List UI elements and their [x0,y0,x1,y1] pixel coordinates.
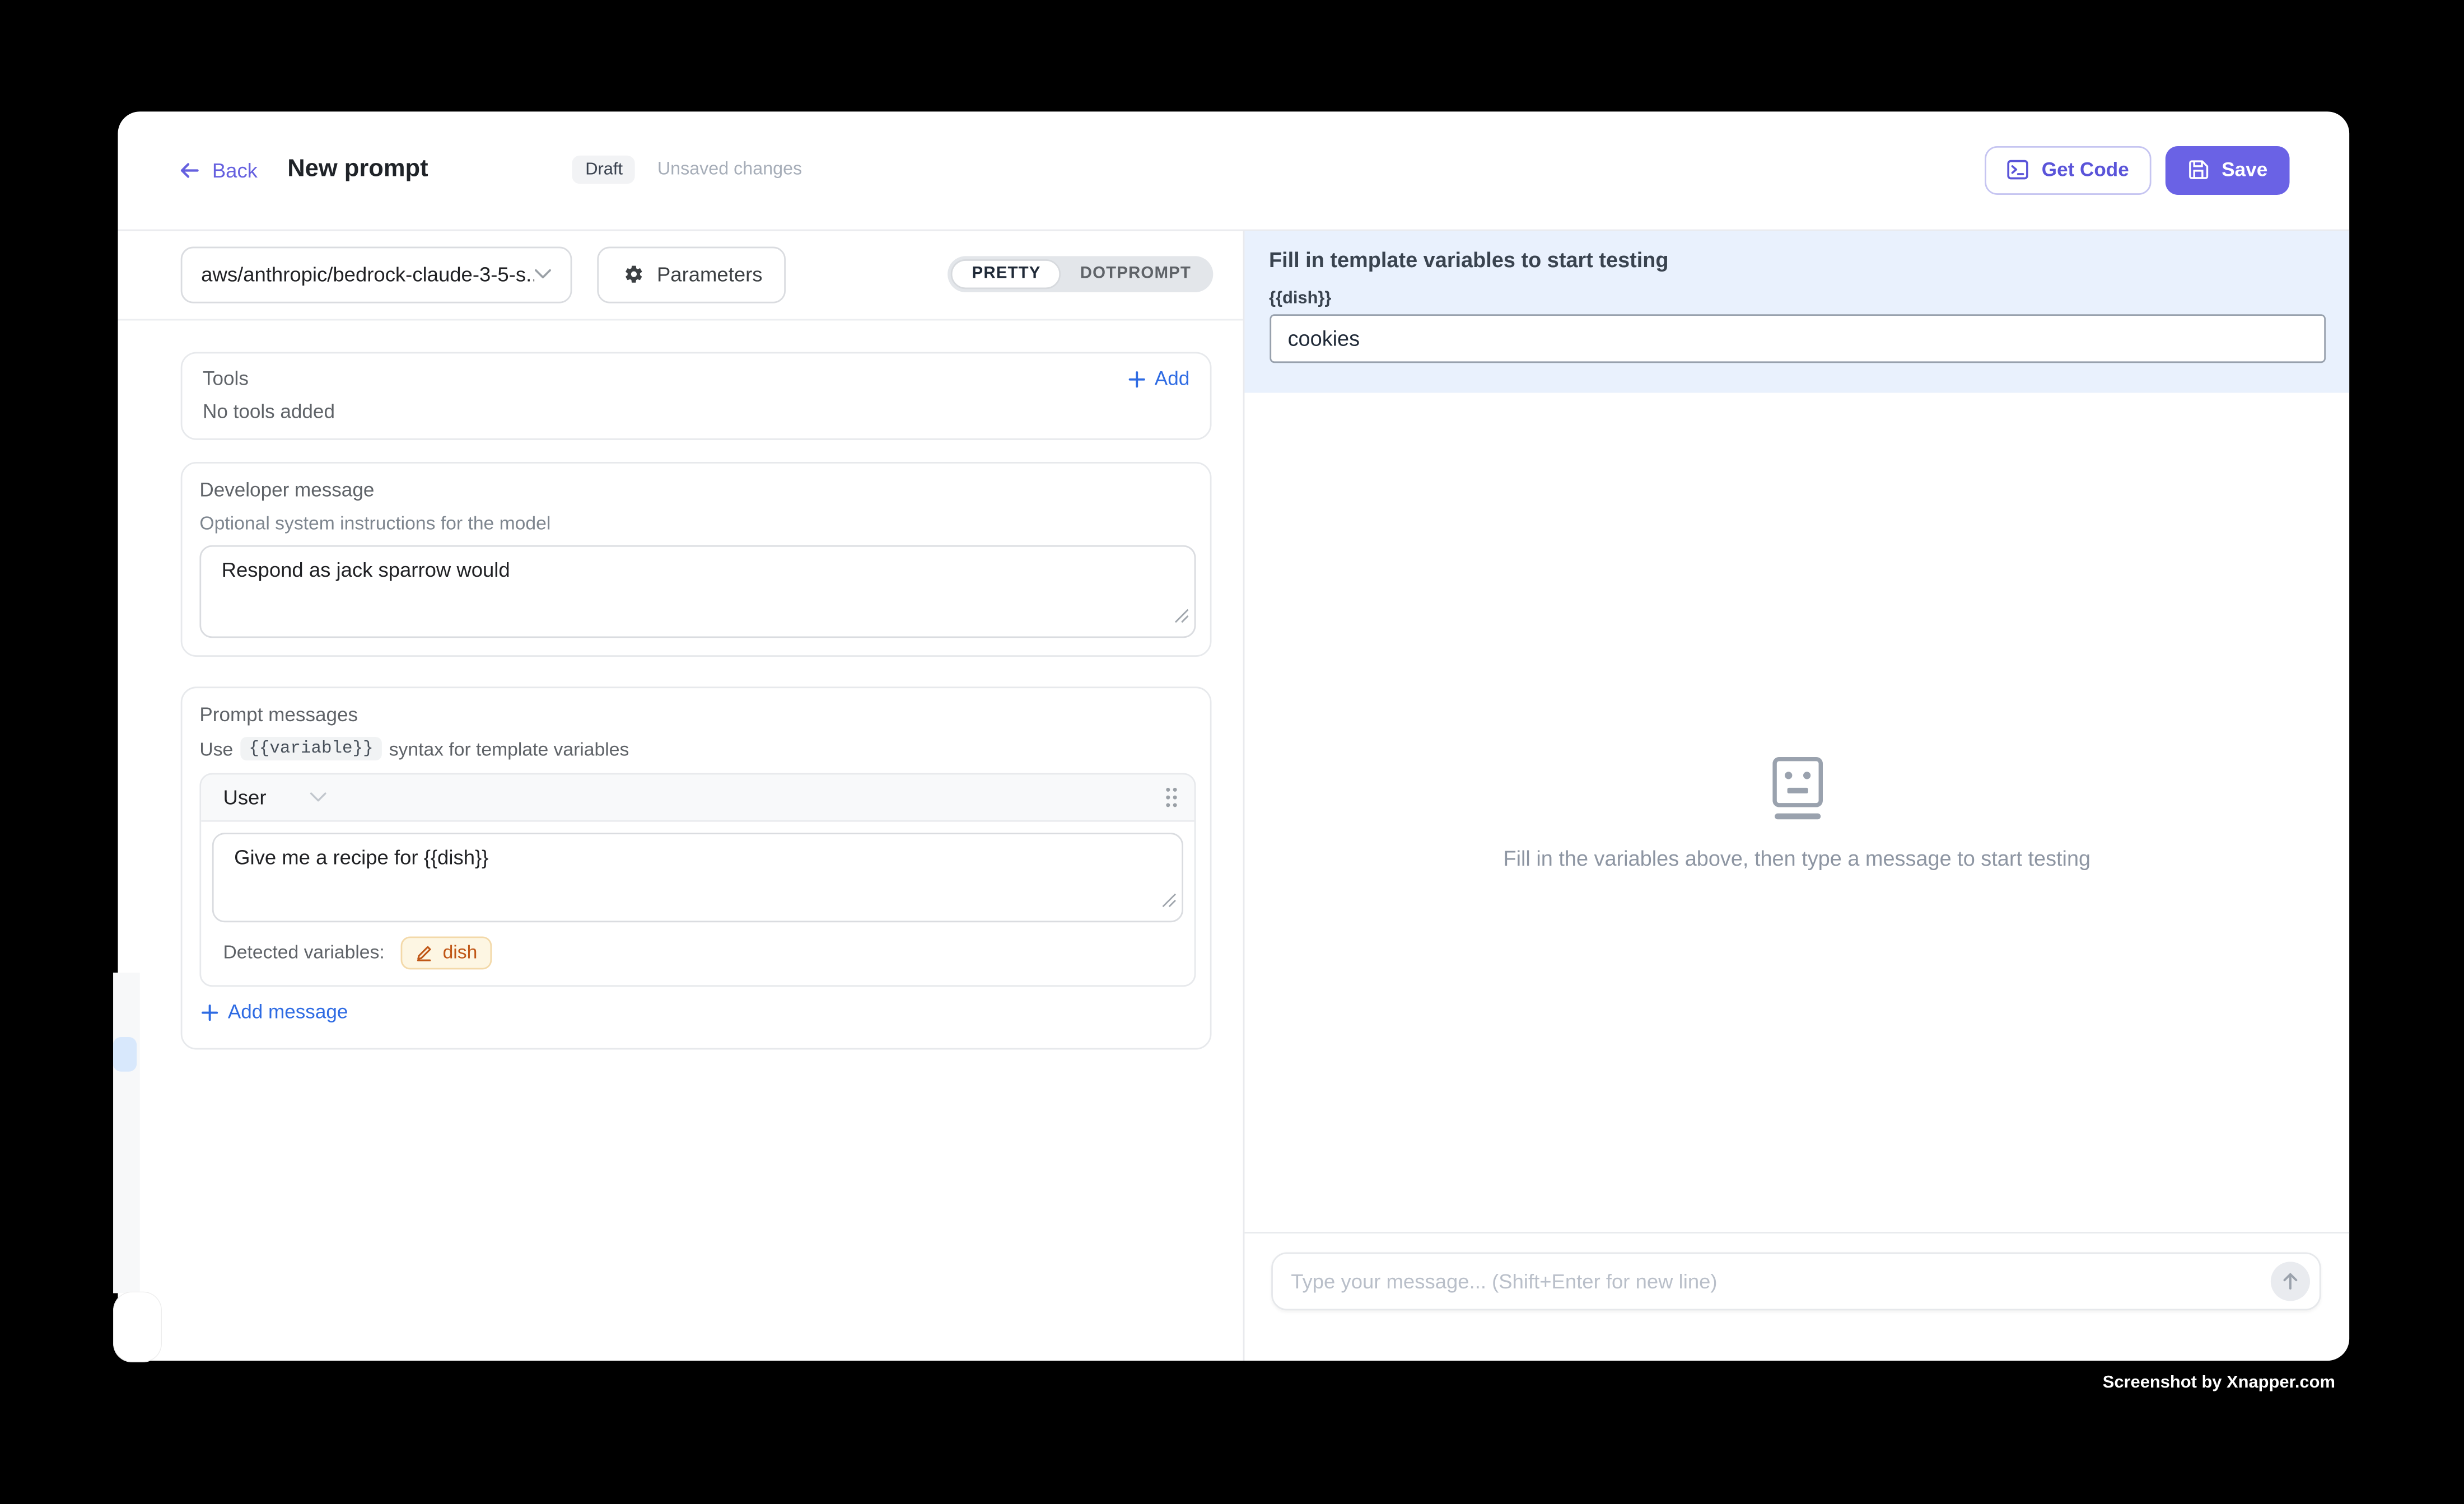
test-panel: Fill in template variables to start test… [1244,230,2349,1360]
chat-empty-state: Fill in the variables above, then type a… [1244,393,2349,1232]
developer-message-subtitle: Optional system instructions for the mod… [199,512,1196,534]
back-arrow-icon [178,158,201,182]
variable-chip-label: dish [443,940,478,962]
background-window-active-item [113,1037,136,1071]
tools-card: Tools Add No tools added [181,352,1212,440]
plus-icon [1128,370,1145,387]
view-mode-toggle: PRETTY DOTPROMPT [948,256,1213,293]
header: Back New prompt Draft Unsaved changes Ge… [118,111,2349,230]
variable-chip-dish[interactable]: dish [400,936,492,969]
send-arrow-icon [2280,1271,2300,1291]
template-variables-section: Fill in template variables to start test… [1244,230,2349,393]
prompt-messages-title: Prompt messages [199,704,1196,726]
add-tool-button[interactable]: Add [1128,368,1189,390]
get-code-label: Get Code [2042,159,2129,181]
unsaved-changes-text: Unsaved changes [657,161,802,180]
watermark-text: Screenshot by Xnapper.com [2103,1372,2335,1391]
prompt-messages-card: Prompt messages Use {{variable}} syntax … [181,686,1212,1049]
chevron-down-icon [310,791,328,802]
role-selector[interactable]: User [223,785,327,809]
add-tool-label: Add [1155,368,1189,390]
background-window-corner [113,1292,161,1362]
add-message-label: Add message [228,1001,348,1022]
edit-icon [414,942,433,961]
page-title: New prompt [287,156,428,185]
add-message-button[interactable]: Add message [201,1001,348,1022]
empty-state-text: Fill in the variables above, then type a… [1503,846,2090,870]
model-selector-value: aws/anthropic/bedrock-claude-3-5-s... [201,263,534,286]
terminal-icon [2007,159,2029,181]
header-actions: Get Code Save [1985,146,2290,194]
parameters-button[interactable]: Parameters [597,246,786,303]
robot-icon [1770,755,1823,821]
syntax-hint-prefix: Use [199,737,233,759]
tools-empty-text: No tools added [203,401,1189,423]
toggle-dotprompt[interactable]: DOTPROMPT [1061,260,1210,289]
gear-icon [620,263,644,286]
syntax-hint: Use {{variable}} syntax for template var… [199,737,1196,760]
plus-icon [201,1003,218,1021]
save-button[interactable]: Save [2165,146,2289,194]
save-label: Save [2222,159,2267,181]
chat-input-placeholder: Type your message... (Shift+Enter for ne… [1291,1269,1717,1293]
chevron-down-icon [534,269,552,281]
back-label: Back [212,158,258,182]
get-code-button[interactable]: Get Code [1985,146,2151,194]
background-window-sidebar [113,973,139,1292]
editor-cards: Tools Add No tools added Devel [118,320,1243,1049]
detected-variables-row: Detected variables: dish [212,922,1183,984]
developer-message-card: Developer message Optional system instru… [181,461,1212,657]
prompt-editor-window: Back New prompt Draft Unsaved changes Ge… [118,111,2349,1361]
send-button[interactable] [2271,1262,2310,1301]
back-button[interactable]: Back [178,158,258,182]
toggle-pretty[interactable]: PRETTY [951,260,1061,289]
model-toolbar: aws/anthropic/bedrock-claude-3-5-s... Pa… [118,230,1243,320]
window-body: aws/anthropic/bedrock-claude-3-5-s... Pa… [118,230,2349,1360]
screenshot-frame: Back New prompt Draft Unsaved changes Ge… [0,0,2464,1503]
variable-syntax-chip: {{variable}} [241,737,381,760]
detected-variables-label: Detected variables: [223,941,384,963]
model-selector[interactable]: aws/anthropic/bedrock-claude-3-5-s... [181,246,572,303]
save-icon [2187,159,2209,181]
developer-message-textarea[interactable]: Respond as jack sparrow would [199,545,1196,638]
dish-variable-input[interactable] [1269,314,2325,362]
message-textarea[interactable]: Give me a recipe for {{dish}} [212,832,1183,922]
parameters-label: Parameters [657,263,763,286]
message-body: Give me a recipe for {{dish}} Detected v… [201,821,1194,984]
drag-handle-icon[interactable] [1164,785,1178,809]
test-panel-title: Fill in template variables to start test… [1269,248,2325,272]
syntax-hint-suffix: syntax for template variables [389,737,629,759]
developer-message-title: Developer message [199,478,1196,500]
chat-input-bar: Type your message... (Shift+Enter for ne… [1244,1232,2349,1310]
status-badge: Draft [573,156,636,185]
chat-message-input[interactable]: Type your message... (Shift+Enter for ne… [1271,1252,2321,1310]
prompt-editor-panel: aws/anthropic/bedrock-claude-3-5-s... Pa… [118,230,1244,1360]
message-header: User [201,774,1194,821]
tools-title: Tools [203,368,249,390]
role-value: User [223,785,266,809]
message-card: User G [199,772,1196,986]
dish-variable-label: {{dish}} [1269,288,2325,307]
